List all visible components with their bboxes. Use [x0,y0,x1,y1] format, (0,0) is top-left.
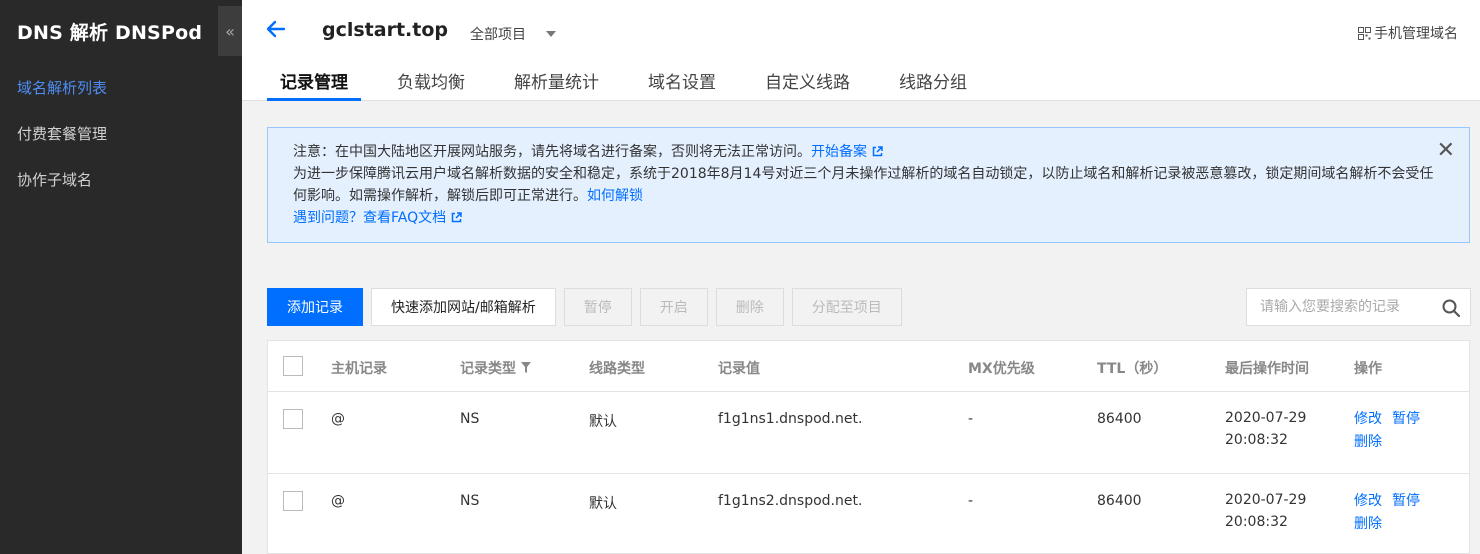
record-toolbar: 添加记录 快速添加网站/邮箱解析 暂停 开启 删除 分配至项目 [267,288,902,326]
notice-text-2: 为进一步保障腾讯云用户域名解析数据的安全和稳定，系统于2018年8月14号对近三… [293,166,1434,204]
cell-type: NS [460,493,480,509]
select-all-checkbox[interactable] [283,356,303,376]
project-select[interactable]: 全部项目 [470,24,556,44]
tab-domain-settings[interactable]: 域名设置 [635,68,729,101]
records-table: 主机记录 记录类型 线路类型 记录值 MX优先级 TTL（秒） 最后操作时间 操… [267,340,1470,554]
table-header: 主机记录 记录类型 线路类型 记录值 MX优先级 TTL（秒） 最后操作时间 操… [268,341,1469,392]
cell-value: f1g1ns1.dnspod.net. [718,411,863,427]
close-icon[interactable]: ✕ [1437,140,1455,162]
tab-record-management[interactable]: 记录管理 [267,68,361,101]
back-arrow-icon[interactable] [264,17,288,41]
start-filing-link[interactable]: 开始备案 [811,144,867,160]
tab-bar: 记录管理 负载均衡 解析量统计 域名设置 自定义线路 线路分组 [267,68,1003,101]
edit-link[interactable]: 修改 [1354,411,1382,427]
notice-text-3: 遇到问题？ [293,210,363,226]
cell-value: f1g1ns2.dnspod.net. [718,493,863,509]
notice-banner: 注意：在中国大陆地区开展网站服务，请先将域名进行备案，否则将无法正常访问。开始备… [267,127,1470,243]
sidebar-item-paid-plans[interactable]: 付费套餐管理 [17,123,107,144]
table-row: @ NS 默认 f1g1ns1.dnspod.net. - 86400 2020… [268,392,1469,474]
enable-button[interactable]: 开启 [639,288,708,326]
mobile-manage-label: 手机管理域名 [1374,26,1458,42]
row-checkbox[interactable] [283,409,303,429]
col-time: 最后操作时间 [1225,361,1309,377]
external-link-icon [872,146,883,157]
assign-project-button[interactable]: 分配至项目 [791,288,902,326]
sidebar-item-domain-list[interactable]: 域名解析列表 [17,77,107,98]
cell-host: @ [331,493,345,509]
chevron-down-icon [546,31,556,37]
cell-ttl: 86400 [1097,411,1142,427]
tab-resolution-stats[interactable]: 解析量统计 [501,68,612,101]
external-link-icon [451,212,462,223]
sidebar: DNS 解析 DNSPod « 域名解析列表 付费套餐管理 协作子域名 [0,0,242,554]
edit-link[interactable]: 修改 [1354,493,1382,509]
faq-link[interactable]: 查看FAQ文档 [363,210,446,226]
cell-mx: - [968,411,974,427]
search-icon[interactable] [1441,298,1461,318]
row-actions: 修改 暂停 删除 [1354,408,1430,454]
delete-link[interactable]: 删除 [1354,516,1382,532]
cell-date: 2020-07-29 [1225,410,1307,426]
col-type-label: 记录类型 [460,361,516,377]
table-row: @ NS 默认 f1g1ns2.dnspod.net. - 86400 2020… [268,474,1469,554]
quick-add-button[interactable]: 快速添加网站/邮箱解析 [371,288,556,326]
cell-clock: 20:08:32 [1225,432,1288,448]
notice-text-1: 注意：在中国大陆地区开展网站服务，请先将域名进行备案，否则将无法正常访问。 [293,144,811,160]
search-input[interactable] [1247,289,1427,325]
cell-time: 2020-07-29 20:08:32 [1225,407,1306,451]
tab-custom-lines[interactable]: 自定义线路 [752,68,863,101]
cell-line: 默认 [589,414,617,430]
domain-title: gclstart.top [322,19,448,41]
pause-button[interactable]: 暂停 [563,288,632,326]
col-value: 记录值 [718,361,760,377]
page-header: gclstart.top 全部项目 手机管理域名 记录管理 负载均衡 解析量统计… [242,0,1480,101]
project-select-value: 全部项目 [470,27,526,43]
cell-type: NS [460,411,480,427]
tab-load-balancing[interactable]: 负载均衡 [384,68,478,101]
cell-mx: - [968,493,974,509]
sidebar-title: DNS 解析 DNSPod [17,22,203,44]
collapse-sidebar-button[interactable]: « [218,6,242,56]
filter-icon[interactable] [521,362,531,373]
pause-link[interactable]: 暂停 [1392,411,1420,427]
delete-link[interactable]: 删除 [1354,434,1382,450]
cell-host: @ [331,411,345,427]
pause-link[interactable]: 暂停 [1392,493,1420,509]
cell-time: 2020-07-29 20:08:32 [1225,489,1306,533]
sidebar-item-sub-domains[interactable]: 协作子域名 [17,169,92,190]
col-host: 主机记录 [331,361,387,377]
col-ops: 操作 [1354,361,1382,377]
tab-line-groups[interactable]: 线路分组 [886,68,980,101]
row-checkbox[interactable] [283,491,303,511]
delete-button[interactable]: 删除 [715,288,784,326]
col-ttl: TTL（秒） [1097,361,1168,377]
notice-line-3: 遇到问题？查看FAQ文档 [293,207,1443,229]
cell-ttl: 86400 [1097,493,1142,509]
search-box [1246,288,1471,326]
notice-line-2: 为进一步保障腾讯云用户域名解析数据的安全和稳定，系统于2018年8月14号对近三… [293,163,1443,207]
row-actions: 修改 暂停 删除 [1354,490,1430,536]
cell-date: 2020-07-29 [1225,492,1307,508]
cell-clock: 20:08:32 [1225,514,1288,530]
qr-code-icon [1358,26,1371,40]
cell-line: 默认 [589,496,617,512]
how-to-unlock-link[interactable]: 如何解锁 [587,188,643,204]
col-mx: MX优先级 [968,361,1035,377]
add-record-button[interactable]: 添加记录 [267,288,363,326]
col-type: 记录类型 [460,358,531,378]
mobile-manage-link[interactable]: 手机管理域名 [1358,23,1458,43]
col-line: 线路类型 [589,361,645,377]
notice-line-1: 注意：在中国大陆地区开展网站服务，请先将域名进行备案，否则将无法正常访问。开始备… [293,141,1443,163]
